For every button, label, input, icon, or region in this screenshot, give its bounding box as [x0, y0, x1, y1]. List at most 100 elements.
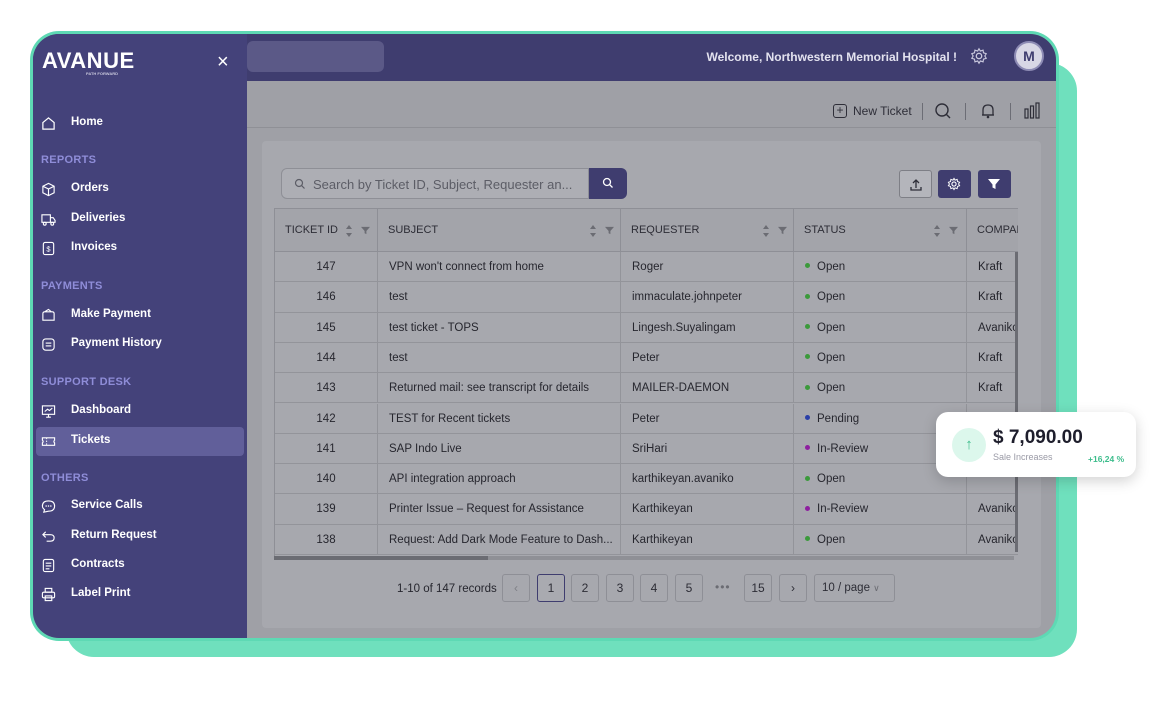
box-icon — [42, 182, 55, 197]
sidebar-item-contracts[interactable]: Contracts — [33, 551, 243, 580]
status-text: In-Review — [817, 503, 869, 516]
sidebar-item-label: Contracts — [71, 558, 125, 570]
page-button-4[interactable]: 4 — [640, 574, 668, 602]
sidebar-item-make-payment[interactable]: Make Payment — [33, 301, 243, 330]
sidebar-item-tickets[interactable]: Tickets — [36, 427, 244, 456]
prev-page-button[interactable]: ‹ — [502, 574, 530, 602]
bar-chart-icon[interactable] — [1022, 101, 1042, 121]
status-text: In-Review — [817, 442, 869, 455]
sidebar-item-return-request[interactable]: Return Request — [33, 522, 243, 551]
column-header-subject[interactable]: SUBJECT — [378, 209, 621, 252]
settings-gear-icon[interactable] — [970, 47, 988, 65]
search-button[interactable] — [589, 168, 627, 199]
cell-ticket-id: 139 — [275, 494, 378, 525]
printer-icon — [41, 587, 56, 602]
search-placeholder: Search by Ticket ID, Subject, Requester … — [313, 177, 573, 192]
sidebar-item-payment-history[interactable]: Payment History — [33, 330, 243, 359]
presentation-icon — [41, 405, 56, 418]
sidebar-item-deliveries[interactable]: Deliveries — [33, 205, 243, 234]
horizontal-scrollbar[interactable] — [274, 556, 1014, 560]
page-button-3[interactable]: 3 — [606, 574, 634, 602]
cell-ticket-id: 147 — [275, 252, 378, 282]
cell-ticket-id: 140 — [275, 464, 378, 495]
sidebar-item-label: Orders — [71, 182, 109, 194]
sales-percent: +16,24 % — [1088, 454, 1125, 464]
pagination-ellipsis[interactable]: ••• — [715, 580, 731, 594]
brand-logo: AVANUE PATH FORWARD — [42, 48, 135, 76]
column-filter-icon[interactable] — [605, 226, 614, 235]
sidebar-item-invoices[interactable]: $ Invoices — [33, 234, 243, 263]
sidebar-item-orders[interactable]: Orders — [33, 175, 243, 204]
sort-icon[interactable] — [933, 224, 941, 238]
cell-status: Open — [794, 342, 967, 373]
table-row[interactable]: 147 VPN won't connect from home Roger Open K… — [275, 252, 1018, 283]
status-dot-icon — [805, 445, 810, 451]
filter-button[interactable] — [978, 170, 1011, 198]
user-avatar[interactable]: M — [1014, 41, 1044, 71]
sort-icon[interactable] — [345, 224, 353, 238]
sales-label: Sale Increases — [993, 452, 1053, 462]
sidebar-item-label-print[interactable]: Label Print — [33, 580, 243, 609]
arrow-up-icon: ↑ — [952, 428, 986, 462]
table-row[interactable]: 141 SAP Indo Live SriHari In-Review — [275, 433, 1018, 465]
sort-icon[interactable] — [589, 224, 597, 238]
ticket-search-input[interactable]: Search by Ticket ID, Subject, Requester … — [281, 168, 589, 199]
gear-icon — [947, 177, 961, 191]
status-dot-icon — [805, 263, 810, 269]
page-size-select[interactable]: 10 / page ∨ — [814, 574, 895, 602]
cell-ticket-id: 141 — [275, 433, 378, 464]
vertical-scrollbar[interactable] — [1015, 252, 1018, 552]
truck-icon — [41, 214, 56, 226]
sidebar-item-label: Dashboard — [71, 404, 132, 416]
sidebar-item-label: Service Calls — [71, 499, 143, 511]
close-sidebar-icon[interactable]: × — [217, 52, 229, 72]
sidebar: AVANUE PATH FORWARD × Home REPORTS Orders… — [33, 34, 247, 638]
sidebar-item-home[interactable]: Home — [33, 109, 243, 138]
column-filter-icon[interactable] — [949, 226, 958, 235]
cell-subject: test ticket - TOPS — [378, 312, 621, 343]
page-button-2[interactable]: 2 — [571, 574, 599, 602]
scrollbar-thumb[interactable] — [274, 556, 488, 560]
sort-icon[interactable] — [762, 224, 770, 238]
status-dot-icon — [805, 536, 810, 542]
column-header-ticket-id[interactable]: TICKET ID — [275, 209, 378, 252]
status-dot-icon — [805, 384, 810, 390]
table-row[interactable]: 145 test ticket - TOPS Lingesh.Suyalingam O… — [275, 312, 1018, 343]
chat-icon — [41, 500, 56, 513]
cell-subject: Returned mail: see transcript for detail… — [378, 373, 621, 404]
column-label: STATUS — [804, 224, 846, 236]
next-page-button[interactable]: › — [779, 574, 807, 602]
bell-icon[interactable] — [978, 101, 998, 121]
search-icon[interactable] — [933, 101, 953, 121]
table-row[interactable]: 139 Printer Issue – Request for Assistanc… — [275, 494, 1018, 525]
page-button-5[interactable]: 5 — [675, 574, 703, 602]
cell-company: Kraft — [967, 373, 1018, 403]
table-row[interactable]: 144 test Peter Open Kraft — [275, 342, 1018, 374]
column-header-requester[interactable]: REQUESTER — [621, 209, 794, 252]
cell-subject: VPN won't connect from home — [378, 252, 621, 282]
table-row[interactable]: 138 Request: Add Dark Mode Feature to Das… — [275, 524, 1018, 555]
sidebar-item-dashboard[interactable]: Dashboard — [33, 397, 243, 426]
cell-company: Avanikc — [967, 494, 1018, 524]
page-button-15[interactable]: 15 — [744, 574, 772, 602]
table-row[interactable]: 146 test immaculate.johnpeter Open Kraft — [275, 282, 1018, 313]
column-filter-icon[interactable] — [778, 226, 787, 235]
column-header-status[interactable]: STATUS — [794, 209, 967, 252]
table-row[interactable]: 142 TEST for Recent tickets Peter Pending — [275, 403, 1018, 434]
table-row[interactable]: 140 API integration approach karthikeyan.a… — [275, 464, 1018, 495]
column-settings-button[interactable] — [938, 170, 971, 198]
sidebar-item-service-calls[interactable]: Service Calls — [33, 492, 243, 521]
page-button-1[interactable]: 1 — [537, 574, 565, 602]
table-row[interactable]: 143 Returned mail: see transcript for det… — [275, 373, 1018, 404]
status-text: Pending — [817, 412, 860, 425]
export-button[interactable] — [899, 170, 932, 198]
stage: Welcome, Northwestern Memorial Hospital … — [0, 0, 1163, 720]
column-header-company[interactable]: COMPAN — [967, 209, 1018, 252]
top-search-field[interactable] — [247, 41, 384, 72]
cell-subject: Printer Issue – Request for Assistance — [378, 494, 621, 525]
status-text: Open — [817, 382, 846, 395]
column-filter-icon[interactable] — [361, 226, 370, 235]
sidebar-item-label: Make Payment — [71, 308, 151, 320]
new-ticket-button[interactable]: + New Ticket — [833, 104, 912, 118]
cell-requester: MAILER-DAEMON — [621, 373, 794, 404]
